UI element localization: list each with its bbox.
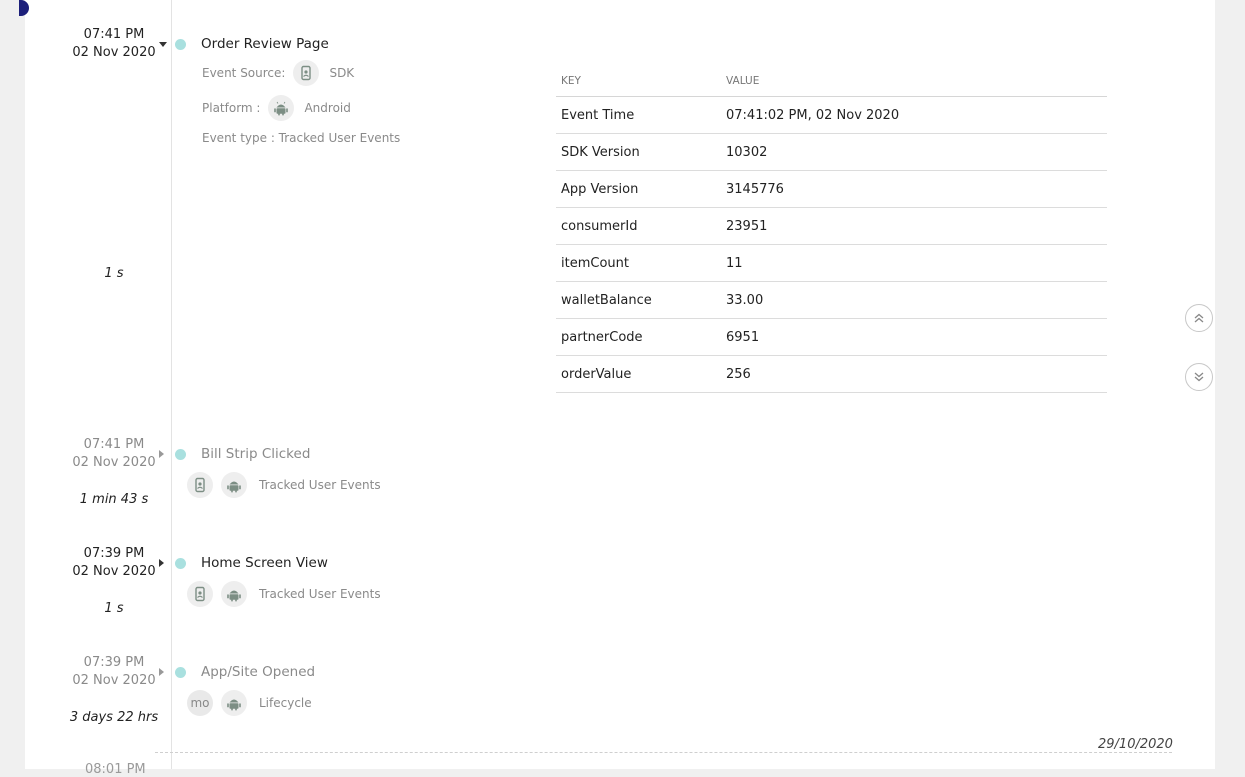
android-icon xyxy=(221,581,247,607)
value-column-header: VALUE xyxy=(721,66,1107,97)
corner-indicator xyxy=(19,0,29,16)
timeline-dot xyxy=(175,449,186,460)
event-name[interactable]: Bill Strip Clicked xyxy=(201,446,310,462)
event-time-label: 08:01 PM xyxy=(85,762,146,777)
expand-caret-icon[interactable] xyxy=(159,450,164,458)
event-time-label: 07:41 PM xyxy=(83,27,145,42)
attr-value: 10302 xyxy=(721,133,1107,171)
double-chevron-up-icon xyxy=(1194,313,1204,323)
table-header-row: KEY VALUE xyxy=(556,66,1107,97)
platform-row: Platform : Android xyxy=(202,95,351,121)
expand-caret-icon[interactable] xyxy=(159,668,164,676)
table-row: orderValue 256 xyxy=(556,355,1107,393)
date-divider-label: 29/10/2020 xyxy=(1098,737,1173,752)
attr-key: itemCount xyxy=(556,244,721,282)
mobile-sdk-icon xyxy=(187,472,213,498)
event-category: Tracked User Events xyxy=(259,478,381,492)
source-badge: mo xyxy=(187,690,213,716)
android-icon xyxy=(221,690,247,716)
table-row: Event Time 07:41:02 PM, 02 Nov 2020 xyxy=(556,96,1107,134)
attr-value: 3145776 xyxy=(721,170,1107,208)
android-icon xyxy=(268,95,295,121)
attr-value: 6951 xyxy=(721,318,1107,356)
table-row: itemCount 11 xyxy=(556,244,1107,282)
table-row: App Version 3145776 xyxy=(556,170,1107,208)
attr-value: 11 xyxy=(721,244,1107,282)
android-icon xyxy=(221,472,247,498)
event-time: 07:41 PM 02 Nov 2020 xyxy=(55,26,173,62)
attr-value: 23951 xyxy=(721,207,1107,245)
event-meta-icons: Tracked User Events xyxy=(187,581,381,607)
table-row: consumerId 23951 xyxy=(556,207,1107,245)
attr-key: Event Time xyxy=(556,96,721,134)
attr-key: App Version xyxy=(556,170,721,208)
event-time-label: 07:41 PM xyxy=(83,437,145,452)
event-duration: 1 min 43 s xyxy=(79,492,149,507)
event-time: 07:39 PM 02 Nov 2020 xyxy=(55,545,173,581)
event-time-label: 07:39 PM xyxy=(83,546,145,561)
timeline-dot xyxy=(175,667,186,678)
event-time-label: 07:39 PM xyxy=(83,655,145,670)
attr-key: consumerId xyxy=(556,207,721,245)
attr-key: orderValue xyxy=(556,355,721,393)
attr-value: 33.00 xyxy=(721,281,1107,319)
event-date-label: 02 Nov 2020 xyxy=(72,45,156,60)
event-name[interactable]: Order Review Page xyxy=(201,36,329,52)
expand-caret-icon[interactable] xyxy=(159,559,164,567)
event-duration: 1 s xyxy=(104,601,124,616)
key-column-header: KEY xyxy=(556,66,721,97)
event-duration: 1 s xyxy=(104,266,124,281)
event-type-row: Event type : Tracked User Events xyxy=(202,131,400,145)
event-type-text: Event type : Tracked User Events xyxy=(202,131,401,145)
event-source-label: Event Source: xyxy=(202,66,286,80)
event-date-label: 02 Nov 2020 xyxy=(72,564,156,579)
event-time: 07:39 PM 02 Nov 2020 xyxy=(55,654,173,690)
activity-panel: 07:41 PM 02 Nov 2020 Order Review Page E… xyxy=(19,0,1215,777)
mobile-sdk-icon xyxy=(293,60,320,86)
event-time: 07:41 PM 02 Nov 2020 xyxy=(55,436,173,472)
table-row: walletBalance 33.00 xyxy=(556,281,1107,319)
event-date-label: 02 Nov 2020 xyxy=(72,673,156,688)
event-category: Lifecycle xyxy=(259,696,312,710)
event-attributes-table: KEY VALUE Event Time 07:41:02 PM, 02 Nov … xyxy=(556,66,1107,393)
event-name[interactable]: Home Screen View xyxy=(201,555,328,571)
attr-value: 256 xyxy=(721,355,1107,393)
event-meta-icons: Tracked User Events xyxy=(187,472,381,498)
attr-key: walletBalance xyxy=(556,281,721,319)
attr-value: 07:41:02 PM, 02 Nov 2020 xyxy=(721,96,1107,134)
attr-key: partnerCode xyxy=(556,318,721,356)
table-row: partnerCode 6951 xyxy=(556,318,1107,356)
mobile-sdk-icon xyxy=(187,581,213,607)
event-date-label: 02 Nov 2020 xyxy=(72,455,156,470)
timeline-dot xyxy=(175,558,186,569)
event-source-row: Event Source: SDK xyxy=(202,60,354,86)
collapse-caret-icon[interactable] xyxy=(159,42,167,47)
event-name[interactable]: App/Site Opened xyxy=(201,664,315,680)
attr-key: SDK Version xyxy=(556,133,721,171)
event-duration: 3 days 22 hrs xyxy=(69,710,159,725)
platform-value: Android xyxy=(304,101,351,115)
event-source-value: SDK xyxy=(329,66,355,80)
date-divider xyxy=(155,752,1172,753)
event-category: Tracked User Events xyxy=(259,587,381,601)
event-meta-icons: mo Lifecycle xyxy=(187,690,312,716)
platform-label: Platform : xyxy=(202,101,261,115)
scroll-down-button[interactable] xyxy=(1185,363,1213,391)
scroll-up-button[interactable] xyxy=(1185,304,1213,332)
double-chevron-down-icon xyxy=(1194,372,1204,382)
timeline-dot xyxy=(175,39,186,50)
table-row: SDK Version 10302 xyxy=(556,133,1107,171)
